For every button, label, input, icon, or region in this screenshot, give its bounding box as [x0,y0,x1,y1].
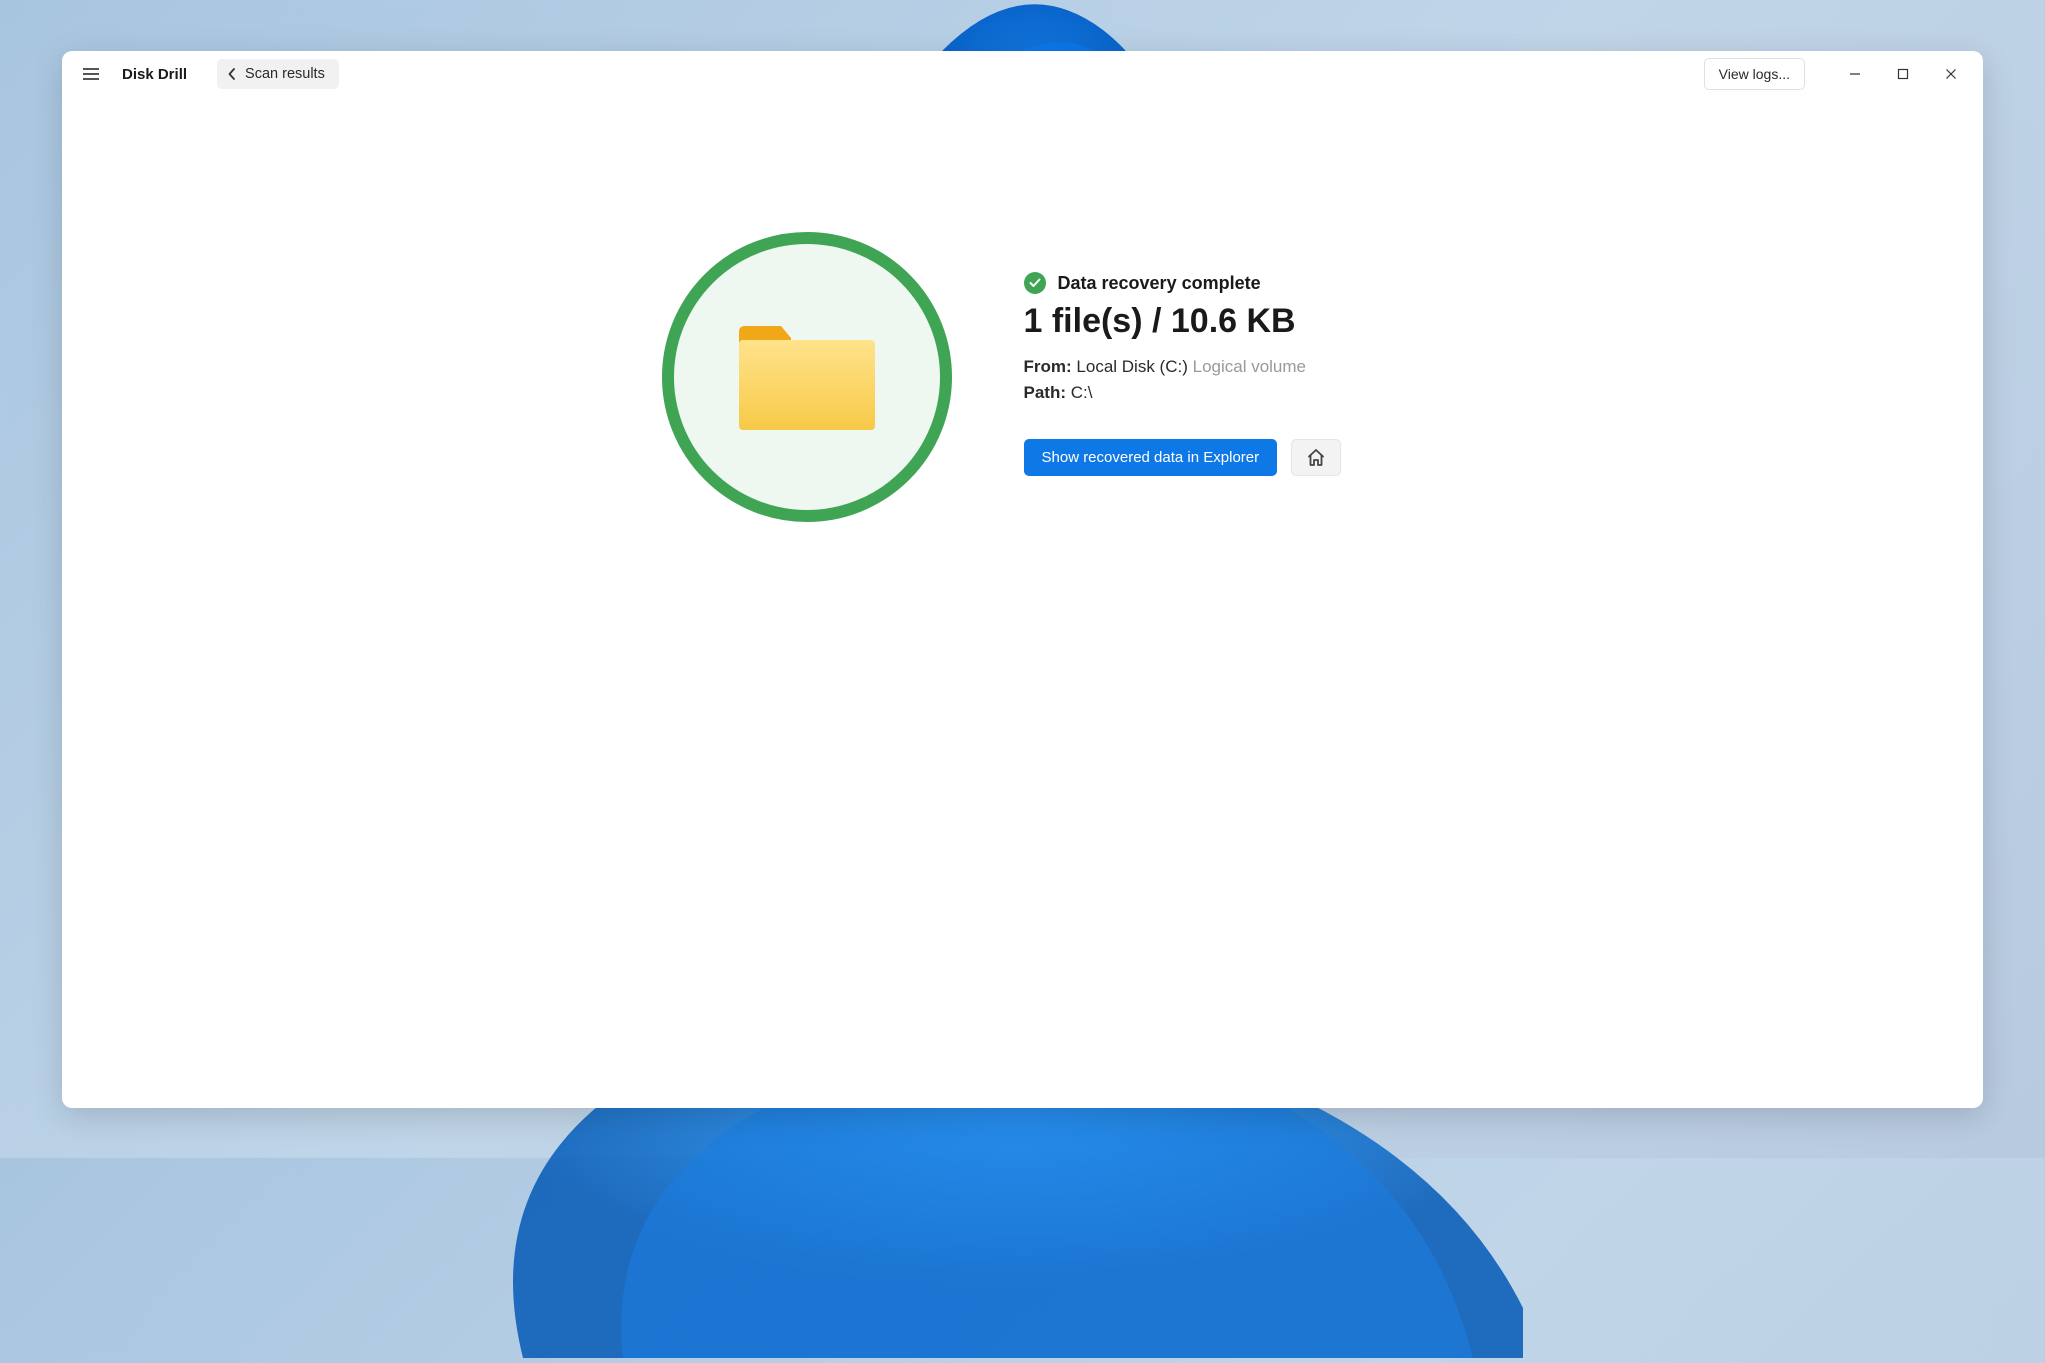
minimize-icon [1849,68,1861,80]
back-to-scan-results-button[interactable]: Scan results [217,59,339,89]
home-button[interactable] [1291,439,1341,476]
success-check-icon [1024,272,1046,294]
action-buttons: Show recovered data in Explorer [1024,439,1384,476]
status-text: Data recovery complete [1058,273,1261,294]
close-button[interactable] [1927,57,1975,91]
path-label: Path: [1024,383,1067,402]
recovery-summary: 1 file(s) / 10.6 KB [1024,302,1384,341]
from-volume-type: Logical volume [1193,357,1306,376]
maximize-icon [1897,68,1909,80]
path-row: Path: C:\ [1024,383,1384,403]
view-logs-button[interactable]: View logs... [1704,58,1805,90]
window-controls [1831,57,1975,91]
path-value: C:\ [1071,383,1093,402]
close-icon [1945,68,1957,80]
chevron-left-icon [227,67,237,81]
menu-button[interactable] [76,59,106,89]
recovery-details: Data recovery complete 1 file(s) / 10.6 … [1024,232,1384,476]
content-area: Data recovery complete 1 file(s) / 10.6 … [62,97,1983,1108]
from-label: From: [1024,357,1072,376]
titlebar: Disk Drill Scan results View logs... [62,51,1983,97]
folder-circle [662,232,952,522]
maximize-button[interactable] [1879,57,1927,91]
home-icon [1306,448,1326,467]
folder-success-badge [662,232,952,522]
folder-icon [733,318,881,436]
minimize-button[interactable] [1831,57,1879,91]
titlebar-left: Disk Drill Scan results [70,59,339,89]
app-title: Disk Drill [122,66,187,83]
status-line: Data recovery complete [1024,272,1384,294]
show-in-explorer-button[interactable]: Show recovered data in Explorer [1024,439,1278,476]
titlebar-right: View logs... [1704,57,1975,91]
from-row: From: Local Disk (C:) Logical volume [1024,357,1384,377]
back-button-label: Scan results [245,66,325,82]
app-window: Disk Drill Scan results View logs... [62,51,1983,1108]
from-value: Local Disk (C:) [1076,357,1187,376]
